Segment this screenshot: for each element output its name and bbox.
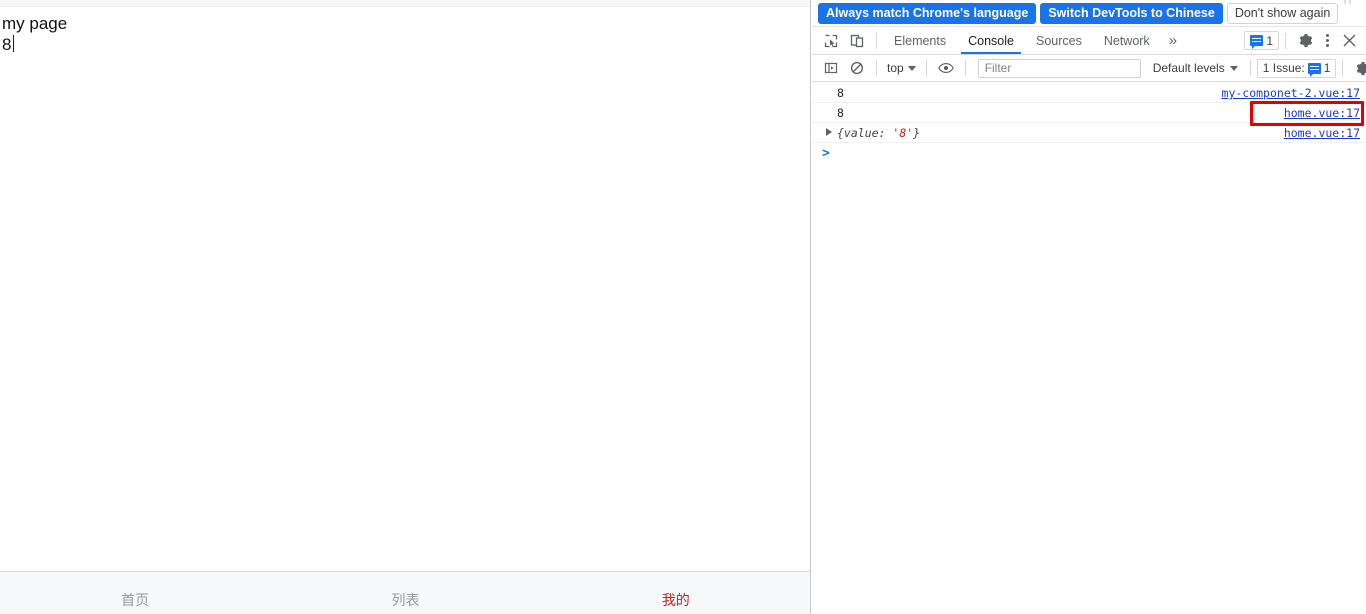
screen-root: my page 8 首页 列表 我的 Always match Chrome's… [0,0,1366,614]
devtools-pane: Always match Chrome's language Switch De… [812,0,1366,614]
switch-devtools-chinese-button[interactable]: Switch DevTools to Chinese [1040,2,1223,24]
gear-icon[interactable] [1292,29,1318,53]
kebab-menu-icon[interactable] [1318,30,1336,52]
tab-sources[interactable]: Sources [1025,27,1093,54]
execution-context-selector[interactable]: top [883,61,920,75]
issues-count: 1 [1323,61,1331,75]
console-row-1[interactable]: 8 my-componet-2.vue:17 [812,83,1366,103]
filterbar-divider-3 [964,60,966,76]
chevron-down-icon [907,65,916,71]
page-value-caret: 8 [2,35,16,54]
console-row-3-object: {value: '8'} [837,126,920,140]
console-filter-bar: top Default levels 1 Issue: 1 [812,55,1366,82]
console-prompt-row[interactable]: > [812,143,1366,163]
page-content: my page 8 [0,7,810,567]
issue-message-icon [1307,62,1321,77]
tabstrip-divider-2 [1285,32,1286,49]
always-match-language-button[interactable]: Always match Chrome's language [818,2,1037,24]
console-message-list: 8 my-componet-2.vue:17 8 home.vue:17 {va… [812,83,1366,614]
tabbar-item-list[interactable]: 列表 [270,592,540,614]
console-row-2-source-link[interactable]: home.vue:17 [1284,106,1360,120]
object-string-value: '8' [892,125,914,140]
console-sidebar-icon[interactable] [818,56,844,80]
filterbar-divider-2 [925,60,927,76]
object-prefix: {value: [837,125,893,140]
console-row-1-source-link[interactable]: my-componet-2.vue:17 [1222,86,1360,100]
expand-object-triangle-icon[interactable] [826,128,832,136]
console-settings-gear-icon[interactable] [1349,56,1366,80]
bottom-tab-bar: 首页 列表 我的 [0,571,810,614]
console-row-2-text: 8 [837,105,844,120]
page-value-text: 8 [2,34,810,55]
page-top-strip [0,0,810,7]
console-row-3[interactable]: {value: '8'} home.vue:17 [812,123,1366,143]
web-page-pane: my page 8 首页 列表 我的 [0,0,811,614]
live-expression-icon[interactable] [933,56,959,80]
devtools-tab-strip: Elements Console Sources Network » 1 [812,27,1366,55]
clear-console-icon[interactable] [844,56,870,80]
banner-corner-marks-icon [1344,0,1358,6]
toolbar-divider [876,32,877,49]
tab-console[interactable]: Console [957,27,1025,54]
more-tabs-icon[interactable]: » [1161,33,1185,48]
log-levels-label: Default levels [1152,61,1225,75]
console-filter-input[interactable] [977,58,1141,78]
tabbar-item-mine[interactable]: 我的 [541,592,810,614]
issues-label: 1 Issue: [1262,61,1305,75]
tab-network[interactable]: Network [1093,27,1161,54]
tab-elements[interactable]: Elements [883,27,957,54]
filterbar-divider-5 [1342,60,1344,76]
issues-pill[interactable]: 1 Issue: 1 [1256,58,1337,78]
chevron-down-icon-levels [1229,65,1238,71]
console-row-3-source-link[interactable]: home.vue:17 [1284,126,1360,140]
language-banner: Always match Chrome's language Switch De… [812,0,1366,27]
filterbar-divider-4 [1249,60,1251,76]
close-icon[interactable] [1336,29,1362,53]
inspect-element-icon[interactable] [818,29,844,53]
device-toolbar-icon[interactable] [844,29,870,53]
tabbar-item-home[interactable]: 首页 [0,592,270,614]
message-count-badge[interactable]: 1 [1244,31,1279,50]
log-levels-selector[interactable]: Default levels [1147,61,1244,75]
dont-show-again-button[interactable]: Don't show again [1226,2,1339,24]
console-row-2[interactable]: 8 home.vue:17 [812,103,1366,123]
execution-context-label: top [887,61,904,75]
page-title-text: my page [2,14,68,33]
filterbar-divider-1 [876,60,877,76]
message-count-text: 1 [1266,33,1273,48]
console-row-1-text: 8 [837,85,844,100]
message-icon [1250,35,1264,49]
console-prompt-arrow-icon: > [822,145,830,161]
object-suffix: } [913,125,921,140]
